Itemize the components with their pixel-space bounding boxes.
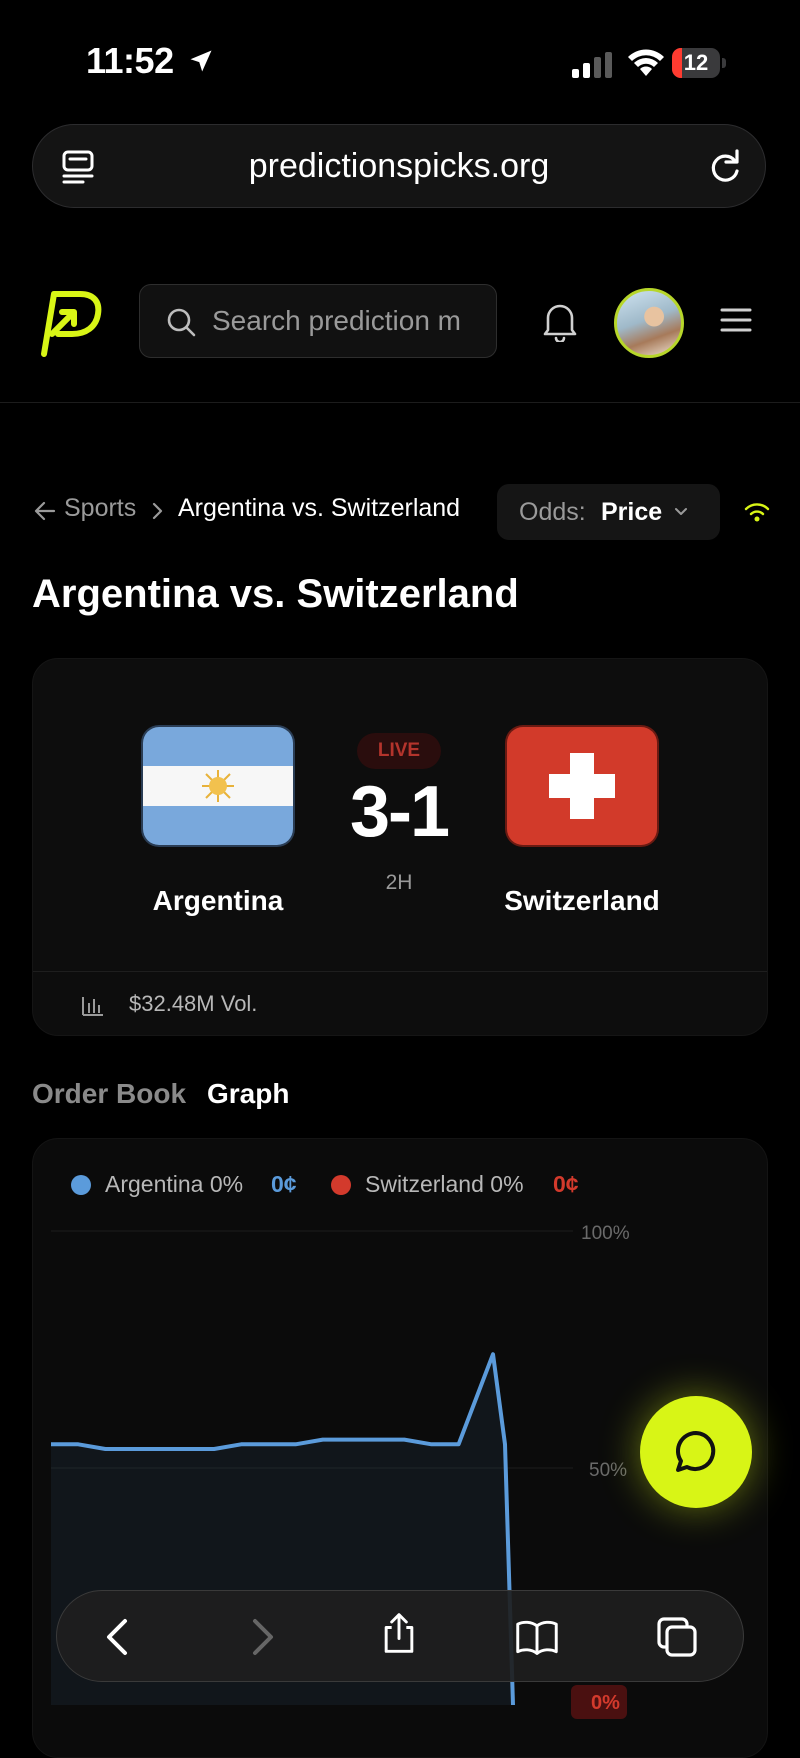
bar-chart-icon — [82, 997, 103, 1016]
browser-url-bar[interactable]: predictionspicks.org — [32, 124, 766, 208]
scoreboard-card: Argentina LIVE 3-1 2H Switzerland $32.48… — [32, 658, 768, 1036]
tab-graph[interactable]: Graph — [207, 1078, 289, 1110]
cellular-signal-icon — [572, 52, 612, 78]
user-avatar[interactable] — [614, 288, 684, 358]
back-arrow-icon[interactable] — [34, 500, 56, 522]
match-score: 3-1 — [349, 772, 450, 852]
svg-text:0%: 0% — [591, 1692, 620, 1714]
breadcrumb-sports-link[interactable]: Sports — [64, 494, 136, 523]
bookmarks-icon[interactable] — [515, 1615, 559, 1659]
y-tick-100: 100% — [581, 1223, 630, 1244]
forward-icon[interactable] — [239, 1615, 283, 1659]
page-title: Argentina vs. Switzerland — [32, 572, 519, 616]
switzerland-flag — [507, 727, 657, 845]
breadcrumb-current: Argentina vs. Switzerland — [178, 494, 461, 522]
live-badge: LIVE — [357, 733, 441, 769]
live-signal-icon — [744, 503, 770, 522]
url-text[interactable]: predictionspicks.org — [33, 125, 765, 207]
wifi-icon — [628, 49, 664, 76]
browser-bottom-toolbar — [56, 1590, 744, 1682]
page-menu-icon[interactable] — [61, 149, 95, 185]
argentina-flag — [143, 727, 293, 845]
search-icon — [167, 308, 196, 337]
tabs-icon[interactable] — [655, 1615, 699, 1659]
chat-button[interactable] — [640, 1396, 752, 1508]
status-time: 11:52 — [86, 40, 215, 82]
search-box[interactable]: Search prediction m — [139, 284, 497, 358]
search-input[interactable]: Search prediction m — [212, 285, 461, 357]
chevron-right-icon — [152, 502, 163, 520]
y-tick-50: 50% — [589, 1460, 627, 1481]
battery-indicator: 12 — [672, 48, 728, 78]
share-icon[interactable] — [377, 1611, 421, 1655]
y-tick-0: 0% — [571, 1685, 627, 1719]
chat-bubble-icon — [675, 1430, 716, 1472]
header-divider — [0, 402, 800, 403]
hamburger-menu-icon[interactable] — [720, 306, 752, 334]
odds-value: Price — [601, 498, 663, 526]
notifications-bell-icon[interactable] — [540, 300, 580, 342]
odds-format-dropdown[interactable]: Odds: Price — [497, 484, 720, 540]
sun-of-may-icon — [202, 770, 234, 802]
location-arrow-icon — [190, 50, 212, 72]
reload-icon[interactable] — [707, 147, 743, 185]
tab-order-book[interactable]: Order Book — [32, 1078, 186, 1110]
back-icon[interactable] — [97, 1615, 141, 1659]
site-logo[interactable] — [30, 282, 106, 362]
odds-label: Odds: — [519, 498, 586, 526]
card-divider — [33, 971, 767, 972]
volume-text: $32.48M Vol. — [129, 991, 258, 1016]
chevron-down-icon — [675, 508, 687, 515]
away-team-name: Switzerland — [504, 885, 660, 916]
